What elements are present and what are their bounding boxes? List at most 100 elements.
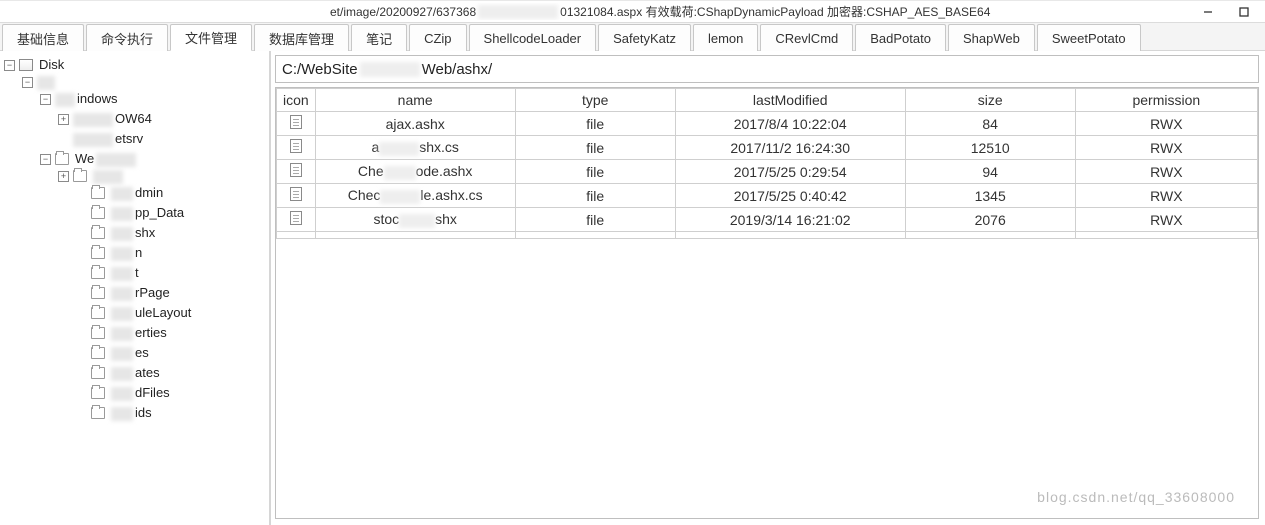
tab-lemon[interactable]: lemon — [693, 24, 758, 51]
cell-lastModified: 2017/8/4 10:22:04 — [675, 112, 905, 136]
col-lastModified[interactable]: lastModified — [675, 89, 905, 112]
file-table: iconnametypelastModifiedsizepermission a… — [276, 88, 1258, 239]
file-icon — [290, 163, 302, 177]
cell-type: file — [515, 184, 675, 208]
tree-item[interactable]: − We — [40, 149, 269, 169]
tree-item[interactable]: shx — [76, 223, 269, 243]
folder-icon — [91, 307, 105, 319]
cell-permission: RWX — [1075, 184, 1257, 208]
collapse-icon[interactable]: − — [22, 77, 33, 88]
tree-item[interactable]: − indows — [40, 89, 269, 109]
blur — [96, 153, 136, 167]
blur — [93, 170, 123, 184]
cell-size: 84 — [905, 112, 1075, 136]
file-icon-cell — [277, 232, 316, 239]
tree-item[interactable]: es — [76, 343, 269, 363]
tree-item[interactable]: ates — [76, 363, 269, 383]
tree-item[interactable]: rPage — [76, 283, 269, 303]
tree-label: We — [75, 149, 94, 169]
collapse-icon[interactable]: − — [40, 154, 51, 165]
file-icon — [290, 139, 302, 153]
blur — [37, 76, 55, 90]
tree-label: t — [135, 263, 139, 283]
blur — [73, 113, 113, 127]
tab-ShellcodeLoader[interactable]: ShellcodeLoader — [469, 24, 597, 51]
table-row[interactable]: ashx.csfile2017/11/2 16:24:3012510RWX — [277, 136, 1258, 160]
table-row[interactable]: stocshxfile2019/3/14 16:21:022076RWX — [277, 208, 1258, 232]
tree-item[interactable]: + OW64 — [58, 109, 269, 129]
blur — [111, 347, 133, 361]
tab-ShapWeb[interactable]: ShapWeb — [948, 24, 1035, 51]
tab-文件管理[interactable]: 文件管理 — [170, 24, 252, 51]
tree-item[interactable]: t — [76, 263, 269, 283]
table-row[interactable]: Cheode.ashxfile2017/5/25 0:29:5494RWX — [277, 160, 1258, 184]
file-icon-cell — [277, 208, 316, 232]
maximize-button[interactable] — [1227, 2, 1261, 22]
collapse-icon[interactable]: − — [40, 94, 51, 105]
cell-size: 1345 — [905, 184, 1075, 208]
folder-icon — [91, 207, 105, 219]
tab-SweetPotato[interactable]: SweetPotato — [1037, 24, 1141, 51]
tab-CZip[interactable]: CZip — [409, 24, 466, 51]
col-permission[interactable]: permission — [1075, 89, 1257, 112]
tree-label: pp_Data — [135, 203, 184, 223]
folder-icon — [91, 267, 105, 279]
tab-命令执行[interactable]: 命令执行 — [86, 24, 168, 51]
cell-permission — [1075, 232, 1257, 239]
title-encryptor: 加密器:CSHAP_AES_BASE64 — [827, 3, 990, 20]
file-icon — [290, 115, 302, 129]
col-type[interactable]: type — [515, 89, 675, 112]
tree-item[interactable]: − — [22, 75, 269, 89]
cell-size: 2076 — [905, 208, 1075, 232]
path-input[interactable]: C:/WebSite Web/ashx/ — [275, 55, 1259, 83]
path-suffix: Web/ashx/ — [422, 61, 493, 78]
tab-笔记[interactable]: 笔记 — [351, 24, 407, 51]
tab-CRevlCmd[interactable]: CRevlCmd — [760, 24, 853, 51]
tree-label: shx — [135, 223, 155, 243]
expand-icon[interactable]: + — [58, 114, 69, 125]
folder-icon — [91, 367, 105, 379]
tree-label: etsrv — [115, 129, 143, 149]
table-row[interactable]: Checle.ashx.csfile2017/5/25 0:40:421345R… — [277, 184, 1258, 208]
tree-label: es — [135, 343, 149, 363]
folder-icon — [91, 227, 105, 239]
tab-BadPotato[interactable]: BadPotato — [855, 24, 946, 51]
file-table-wrap[interactable]: iconnametypelastModifiedsizepermission a… — [275, 87, 1259, 519]
col-size[interactable]: size — [905, 89, 1075, 112]
cell-lastModified: 2017/11/2 16:24:30 — [675, 136, 905, 160]
tree-item[interactable]: + — [58, 169, 269, 183]
folder-icon — [73, 170, 87, 182]
cell-type: file — [515, 160, 675, 184]
cell-lastModified: 2019/3/14 16:21:02 — [675, 208, 905, 232]
tab-基础信息[interactable]: 基础信息 — [2, 24, 84, 51]
tree-item[interactable]: pp_Data — [76, 203, 269, 223]
tree-label: erties — [135, 323, 167, 343]
tab-数据库管理[interactable]: 数据库管理 — [254, 24, 349, 51]
tree-item[interactable]: erties — [76, 323, 269, 343]
tree-item[interactable]: etsrv — [58, 129, 269, 149]
tree-item[interactable]: dFiles — [76, 383, 269, 403]
tree-pane[interactable]: − Disk − — [0, 51, 270, 525]
table-row[interactable]: ajax.ashxfile2017/8/4 10:22:0484RWX — [277, 112, 1258, 136]
blur — [111, 267, 133, 281]
folder-icon — [91, 187, 105, 199]
minimize-button[interactable] — [1191, 2, 1225, 22]
col-icon[interactable]: icon — [277, 89, 316, 112]
tree-root[interactable]: − Disk — [4, 55, 269, 75]
cell-permission: RWX — [1075, 136, 1257, 160]
tab-SafetyKatz[interactable]: SafetyKatz — [598, 24, 691, 51]
table-row[interactable] — [277, 232, 1258, 239]
expand-icon[interactable]: + — [58, 171, 69, 182]
blur — [55, 93, 75, 107]
tree-item[interactable]: uleLayout — [76, 303, 269, 323]
cell-permission: RWX — [1075, 160, 1257, 184]
col-name[interactable]: name — [315, 89, 515, 112]
tree-label: rPage — [135, 283, 170, 303]
tree-item[interactable]: dmin — [76, 183, 269, 203]
tree-label: dmin — [135, 183, 163, 203]
tree-item[interactable]: n — [76, 243, 269, 263]
file-icon-cell — [277, 184, 316, 208]
tree-item[interactable]: ids — [76, 403, 269, 423]
blur — [111, 327, 133, 341]
collapse-icon[interactable]: − — [4, 60, 15, 71]
